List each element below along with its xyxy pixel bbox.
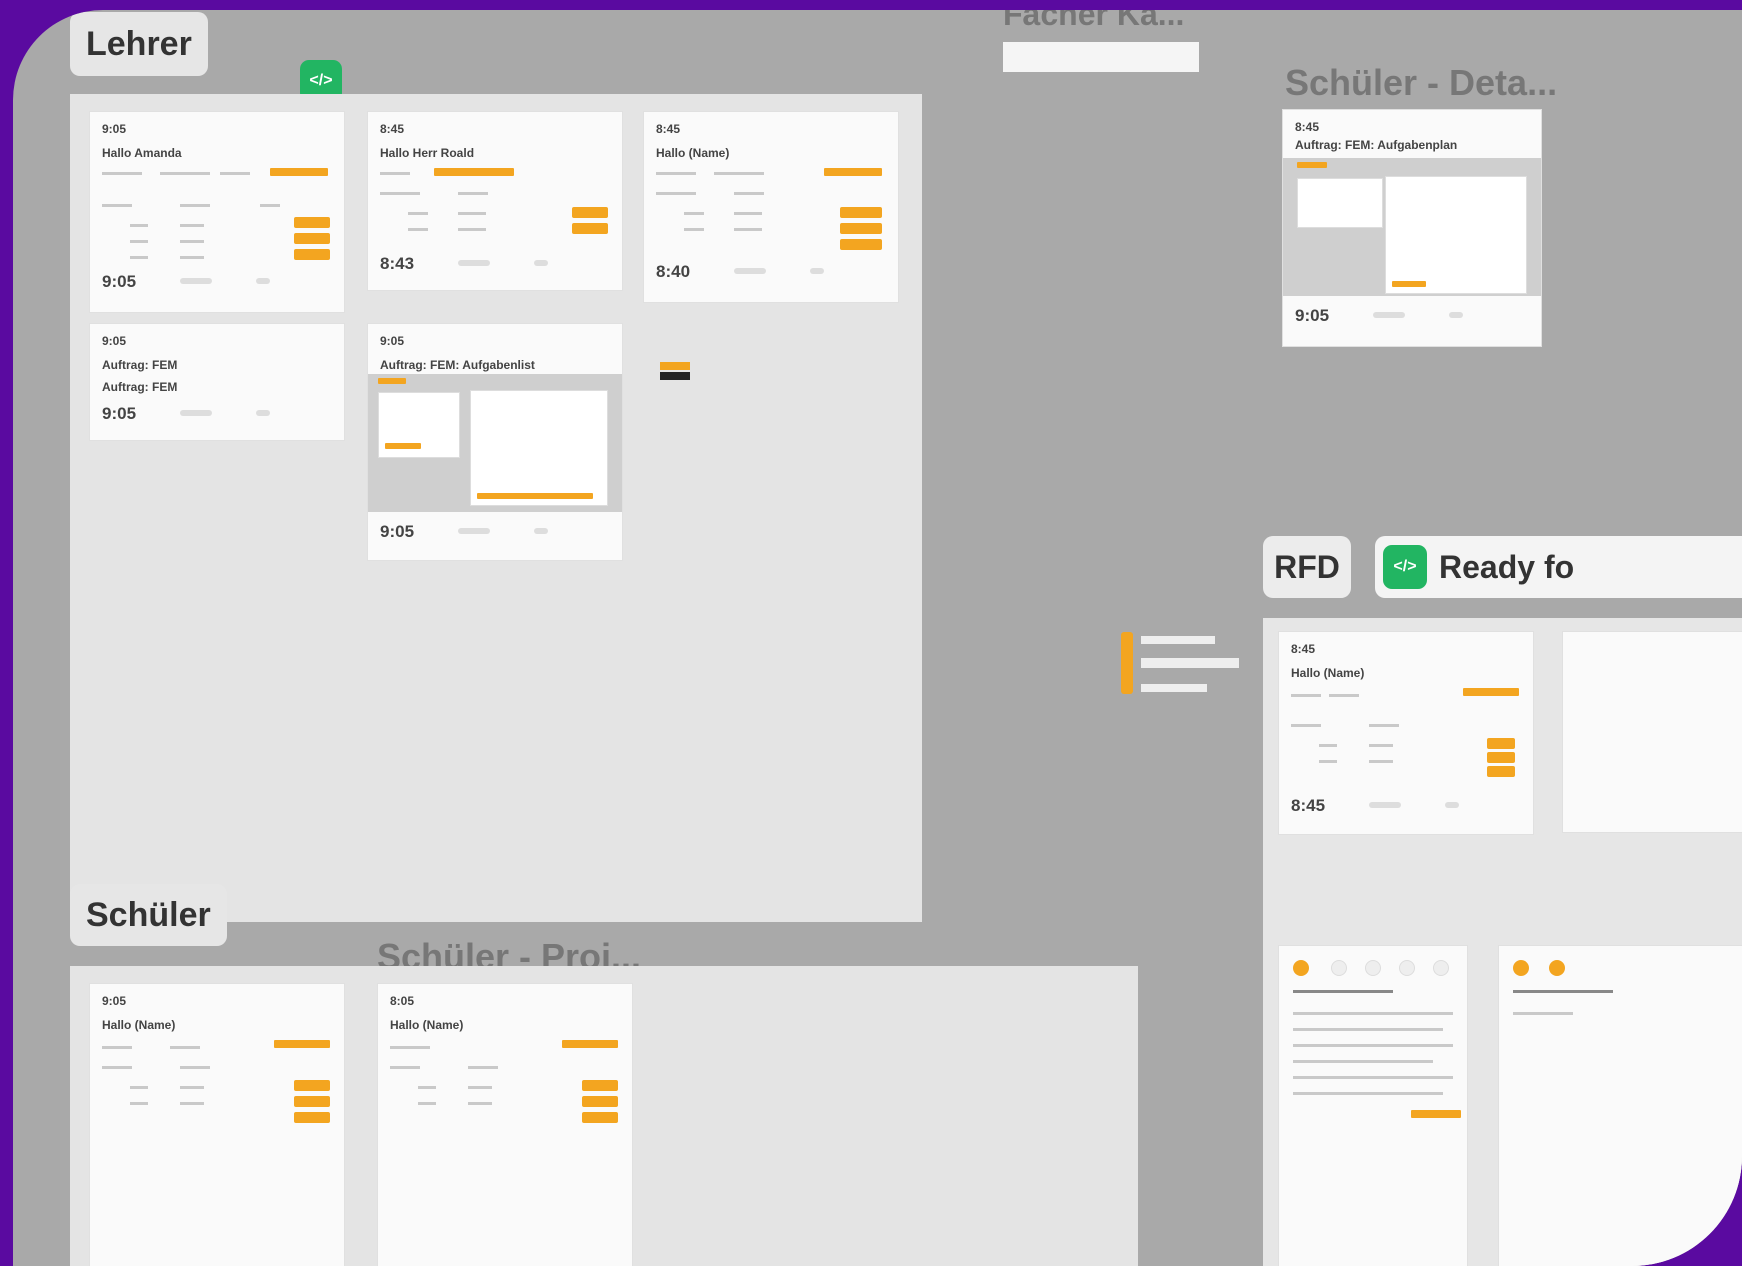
footer-time: 9:05 [102,272,137,291]
card-time: 8:45 [656,122,681,136]
card-time: 8:45 [1291,642,1316,656]
connector-item[interactable] [1141,658,1239,668]
tab-bar [1463,688,1519,696]
action-button[interactable] [294,1112,330,1123]
action-button[interactable] [840,223,882,234]
card-time: 8:05 [390,994,415,1008]
action-button[interactable] [1487,766,1515,777]
card-title: Auftrag: FEM: Aufgabenlist [380,358,535,372]
tab-bar [562,1040,618,1048]
card-title: Hallo (Name) [1291,666,1365,680]
stepper-card[interactable] [1279,946,1467,1266]
next-button[interactable] [1411,1110,1461,1118]
card-time: 8:45 [380,122,405,136]
action-button[interactable] [1487,752,1515,763]
card-title: Auftrag: FEM [102,358,178,372]
card-time: 9:05 [380,334,405,348]
action-button[interactable] [572,223,608,234]
connector-handle[interactable] [1121,632,1133,694]
action-button[interactable] [840,207,882,218]
stepper-card-2[interactable] [1499,946,1742,1266]
lehrer-frame[interactable]: 9:05 Hallo Amanda 9:05 8:45 Hallo Herr R… [70,94,922,922]
action-button[interactable] [294,249,330,260]
small-widget-dark [660,372,690,380]
action-button[interactable] [294,233,330,244]
footer-time: 9:05 [380,522,415,541]
lehrer-card-4[interactable]: 9:05 Auftrag: FEM Auftrag: FEM 9:05 [90,324,344,440]
rfd-frame[interactable]: 8:45 Hallo (Name) 8:45 [1263,618,1742,1266]
lehrer-card-5[interactable]: 9:05 Auftrag: FEM: Aufgabenlist 9:05 [368,324,622,560]
lehrer-card-1[interactable]: 9:05 Hallo Amanda 9:05 [90,112,344,312]
card-title: Hallo Herr Roald [380,146,475,160]
card-time: 9:05 [102,334,127,348]
lehrer-card-3[interactable]: 8:45 Hallo (Name) 8:40 [644,112,898,302]
step-indicator [1331,960,1347,976]
faecher-input[interactable] [1003,42,1199,72]
action-button[interactable] [582,1096,618,1107]
lehrer-card-2[interactable]: 8:45 Hallo Herr Roald 8:43 [368,112,622,290]
step-indicator [1399,960,1415,976]
footer-time: 8:45 [1291,796,1326,815]
frame-title-faecher[interactable]: Fächer Ka... [1003,10,1184,33]
tab-bar [824,168,882,176]
preview-area [368,374,622,512]
design-canvas[interactable]: Lehrer </> 9:05 Hallo Amanda 9:05 8:45 H… [13,10,1742,1266]
action-button[interactable] [582,1080,618,1091]
preview-area [1283,158,1541,296]
action-button[interactable] [572,207,608,218]
card-time: 9:05 [102,994,127,1008]
card-title: Hallo Amanda [102,146,182,160]
step-indicator-active [1549,960,1565,976]
footer-time: 9:05 [1295,306,1330,325]
rfd-label[interactable]: RFD [1263,536,1351,598]
card-time: 9:05 [102,122,127,136]
small-widget[interactable] [660,362,690,370]
rfd-card[interactable]: 8:45 Hallo (Name) 8:45 [1279,632,1533,834]
schueler-card-1[interactable]: 9:05 Hallo (Name) [90,984,344,1266]
card-title: Hallo (Name) [656,146,730,160]
card-subtitle: Auftrag: FEM [102,380,178,394]
card-title: Hallo (Name) [390,1018,464,1032]
frame-title-schueler-detail[interactable]: Schüler - Deta... [1285,62,1557,104]
step-indicator [1433,960,1449,976]
connector-item[interactable] [1141,684,1207,692]
schueler-card-2[interactable]: 8:05 Hallo (Name) [378,984,632,1266]
tab-bar [434,168,514,176]
card-title: Auftrag: FEM: Aufgabenplan [1295,138,1458,152]
section-label-schueler[interactable]: Schüler [70,884,227,946]
footer-time: 8:40 [656,262,691,281]
card-time: 8:45 [1295,120,1320,134]
step-indicator [1365,960,1381,976]
schueler-frame[interactable]: 9:05 Hallo (Name) 8:05 Hallo (Name) [70,966,1138,1266]
section-label-lehrer[interactable]: Lehrer [70,12,208,76]
action-button[interactable] [1487,738,1515,749]
code-icon: </> [1383,545,1427,589]
action-button[interactable] [582,1112,618,1123]
action-button[interactable] [294,1080,330,1091]
footer-time: 8:43 [380,254,415,273]
tab-bar [274,1040,330,1048]
action-button[interactable] [294,1096,330,1107]
schueler-detail-card[interactable]: 8:45 Auftrag: FEM: Aufgabenplan 9:05 [1283,110,1541,346]
footer-time: 9:05 [102,404,137,423]
step-indicator-active [1513,960,1529,976]
tab-bar [270,168,328,176]
card-title: Hallo (Name) [102,1018,176,1032]
action-button[interactable] [840,239,882,250]
ready-for-dev-chip[interactable]: </> Ready fo [1375,536,1742,598]
action-button[interactable] [294,217,330,228]
rfd-card-partial[interactable] [1563,632,1742,832]
step-indicator-active [1293,960,1309,976]
connector-item[interactable] [1141,636,1215,644]
